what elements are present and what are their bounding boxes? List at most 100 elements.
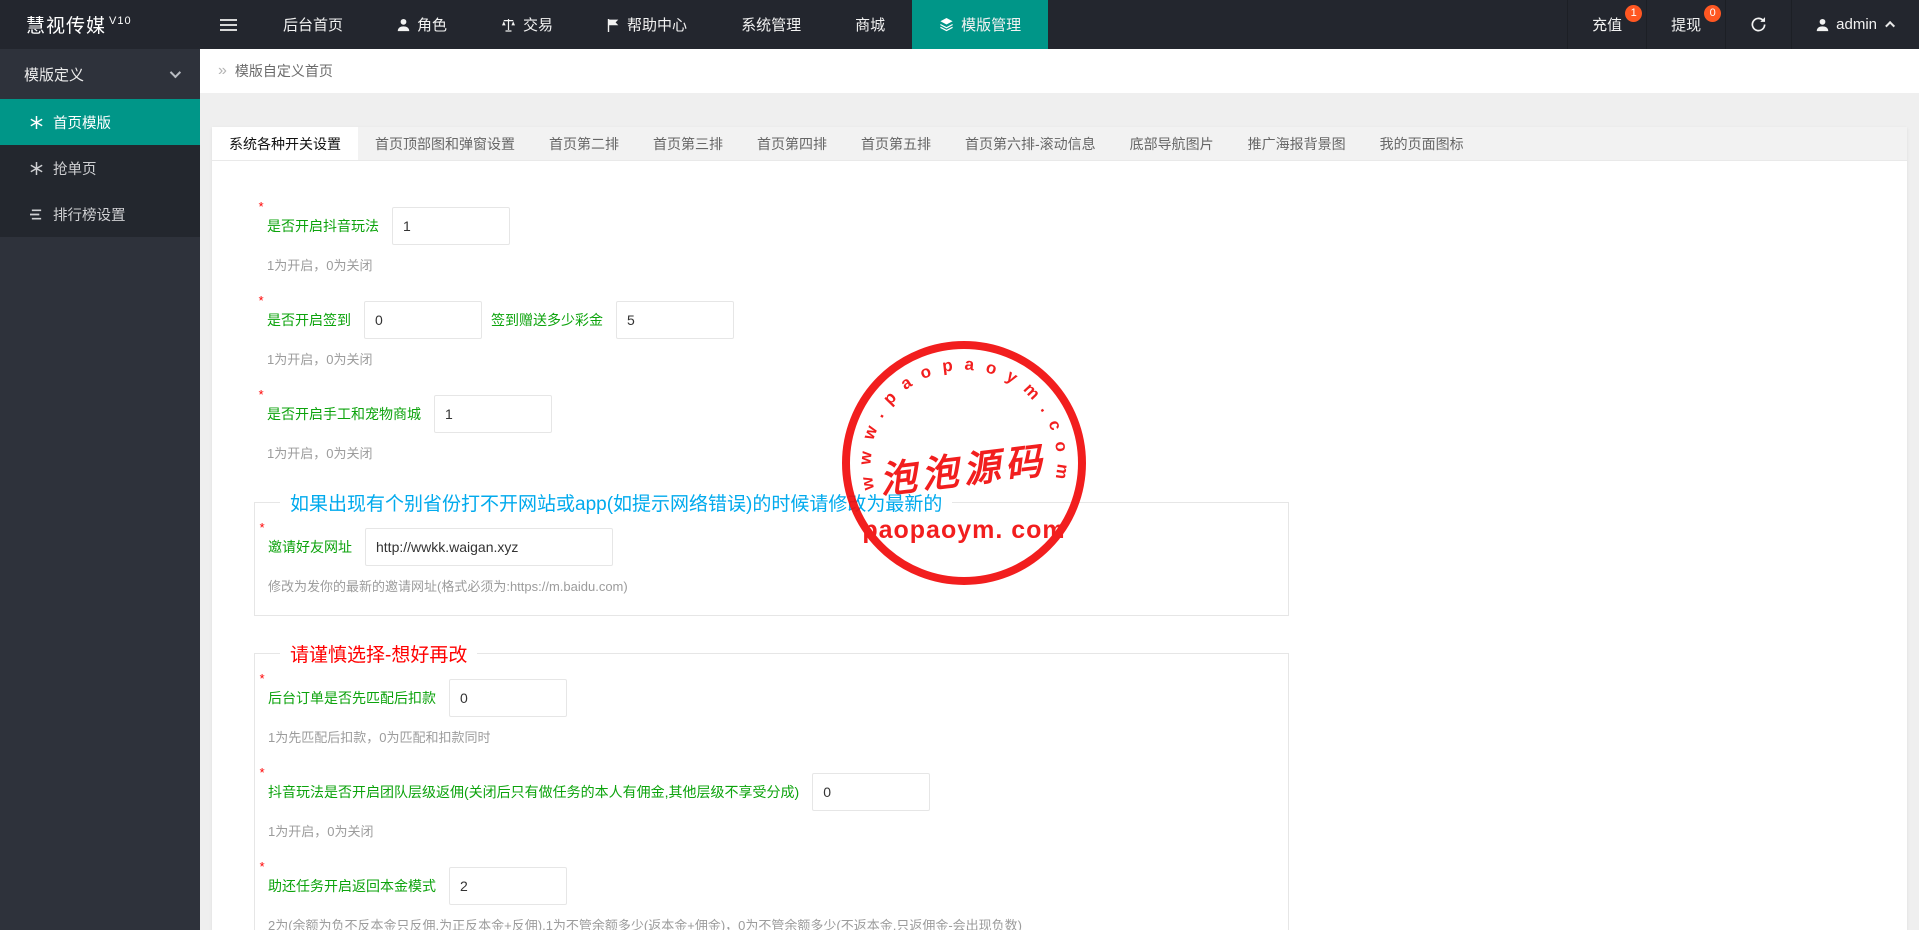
app-window: 慧视传媒 V10 后台首页 角色 交易 帮助中心 系统管理 商城 模版管理 充值… [0,0,1919,930]
sidebar-item-grab-order-page[interactable]: 抢单页 [0,145,200,191]
form-row-team-commission: * 抖音玩法是否开启团队层级返佣(关闭后只有做任务的本人有佣金,其他层级不享受分成… [259,766,1288,811]
nav-item-system[interactable]: 系统管理 [714,0,828,49]
form-row-mall-switch: * 是否开启手工和宠物商城 [258,387,1907,433]
recharge-badge: 1 [1625,5,1643,22]
settings-tabs: 系统各种开关设置 首页顶部图和弹窗设置 首页第二排 首页第三排 首页第四排 首页… [212,127,1907,161]
mall-switch-input[interactable] [434,395,552,433]
logo-version: V10 [109,14,132,27]
match-deduct-input[interactable] [449,679,567,717]
scales-icon [502,18,516,32]
recharge-label: 充值 [1592,17,1623,34]
nav-item-dashboard[interactable]: 后台首页 [256,0,370,49]
required-asterisk: * [259,765,265,780]
nav-item-mall[interactable]: 商城 [828,0,912,49]
tab-home-top-popup[interactable]: 首页顶部图和弹窗设置 [358,127,532,160]
nav-item-templates[interactable]: 模版管理 [912,0,1049,49]
caution-fieldset: 请谨慎选择-想好再改 *后台订单是否先匹配后扣款 1为先匹配后扣款，0为匹配和扣… [254,640,1289,930]
field-label: * 邀请好友网址 [259,520,352,555]
settings-card: 系统各种开关设置 首页顶部图和弹窗设置 首页第二排 首页第三排 首页第四排 首页… [212,127,1907,930]
layers-icon [940,17,953,32]
refresh-icon [1751,17,1766,32]
tab-my-page-icons[interactable]: 我的页面图标 [1363,127,1481,160]
form-row-match-deduct: * 后台订单是否先匹配后扣款 [259,671,1288,717]
signin-switch-input[interactable] [364,301,482,339]
header-actions: 充值 1 提现 0 admin [1567,0,1919,49]
breadcrumb-title: 模版自定义首页 [234,63,333,79]
withdraw-label: 提现 [1671,17,1702,34]
field-label: * 是否开启手工和宠物商城 [258,387,421,422]
invite-url-fieldset: 如果出现有个别省份打不开网站或app(如提示网络错误)的时候请修改为最新的 * 邀… [254,489,1289,616]
signin-bonus-input[interactable] [616,301,734,339]
field-label: * 助还任务开启返回本金模式 [259,859,436,894]
top-nav: 后台首页 角色 交易 帮助中心 系统管理 商城 模版管理 [256,0,1049,49]
hamburger-icon [219,18,237,31]
user-icon [1816,18,1829,31]
form-row-principal-mode: * 助还任务开启返回本金模式 [259,859,1288,905]
main-content: 系统各种开关设置 首页顶部图和弹窗设置 首页第二排 首页第三排 首页第四排 首页… [200,93,1919,930]
top-header: 慧视传媒 V10 后台首页 角色 交易 帮助中心 系统管理 商城 模版管理 充值… [0,0,1919,49]
sidebar-submenu: 首页模版 抢单页 排行榜设置 [0,99,200,237]
form-row-signin-switch: *是否开启签到 签到赠送多少彩金 [258,294,1907,339]
list-icon [30,208,42,220]
team-commission-input[interactable] [812,773,931,811]
nav-item-trade[interactable]: 交易 [474,0,580,49]
nav-label: 帮助中心 [627,17,688,34]
collapse-menu-button[interactable] [200,0,256,49]
nav-item-help-center[interactable]: 帮助中心 [580,0,714,49]
sidebar-item-label: 抢单页 [53,161,97,178]
breadcrumb: » 模版自定义首页 [200,49,1919,93]
tab-bottom-nav-images[interactable]: 底部导航图片 [1113,127,1231,160]
invite-url-notice: 如果出现有个别省份打不开网站或app(如提示网络错误)的时候请修改为最新的 [290,494,943,515]
person-icon [397,18,410,31]
admin-user-menu[interactable]: admin [1791,0,1919,49]
sidebar-group-template-define[interactable]: 模版定义 [0,49,200,99]
required-asterisk: * [259,520,265,535]
field-hint: 1为开启，0为关闭 [267,352,373,367]
nav-label: 系统管理 [741,17,802,34]
nav-label: 交易 [523,17,554,34]
form-row-invite-url: * 邀请好友网址 [259,520,1288,566]
field-label: * 是否开启抖音玩法 [258,199,379,234]
chevron-down-icon [169,66,182,79]
field-hint: 1为开启，0为关闭 [267,446,373,461]
snowflake-icon [30,115,43,129]
required-asterisk: * [259,671,265,686]
refresh-button[interactable] [1725,0,1791,49]
tab-home-row4[interactable]: 首页第四排 [740,127,844,160]
app-logo: 慧视传媒 V10 [0,0,200,49]
sidebar-item-ranking-settings[interactable]: 排行榜设置 [0,191,200,237]
tab-home-row5[interactable]: 首页第五排 [844,127,948,160]
tab-home-row6-scroll[interactable]: 首页第六排-滚动信息 [948,127,1113,160]
invite-url-input[interactable] [365,528,613,566]
principal-mode-input[interactable] [449,867,567,905]
field-hint: 1为开启，0为关闭 [268,824,374,839]
tab-system-switches[interactable]: 系统各种开关设置 [212,127,358,160]
chevron-up-icon [1885,20,1896,31]
field-hint: 1为先匹配后扣款，0为匹配和扣款同时 [268,730,491,745]
tab-home-row3[interactable]: 首页第三排 [636,127,740,160]
username-label: admin [1836,16,1877,33]
sidebar-item-label: 排行榜设置 [53,207,126,224]
field-label: * 后台订单是否先匹配后扣款 [259,671,436,706]
recharge-button[interactable]: 充值 1 [1567,0,1646,49]
douyin-switch-input[interactable] [392,207,510,245]
field-label: 签到赠送多少彩金 [491,312,603,328]
nav-label: 模版管理 [961,17,1022,34]
required-asterisk: * [259,859,265,874]
withdraw-button[interactable]: 提现 0 [1646,0,1725,49]
nav-item-roles[interactable]: 角色 [370,0,474,49]
required-asterisk: * [258,293,264,308]
tab-promo-poster-bg[interactable]: 推广海报背景图 [1231,127,1363,160]
tab-home-row2[interactable]: 首页第二排 [532,127,636,160]
sidebar-item-home-template[interactable]: 首页模版 [0,99,200,145]
caution-warning: 请谨慎选择-想好再改 [290,645,468,666]
required-asterisk: * [258,387,264,402]
nav-label: 后台首页 [283,17,344,34]
field-hint: 2为(余额为负不反本金只反佣,为正反本金+反佣),1为不管余额多少(返本金+佣金… [268,918,1023,930]
flag-icon [607,18,619,32]
settings-form: *是否开启抖音玩法 1为开启，0为关闭 *是否开启签到 签到赠送多少彩金 1为开… [212,161,1907,930]
required-asterisk: * [258,199,264,214]
snowflake-icon [30,161,43,175]
field-hint: 修改为发你的最新的邀请网址(格式必须为:https://m.baidu.com) [268,579,628,594]
logo-text: 慧视传媒 [26,16,107,37]
